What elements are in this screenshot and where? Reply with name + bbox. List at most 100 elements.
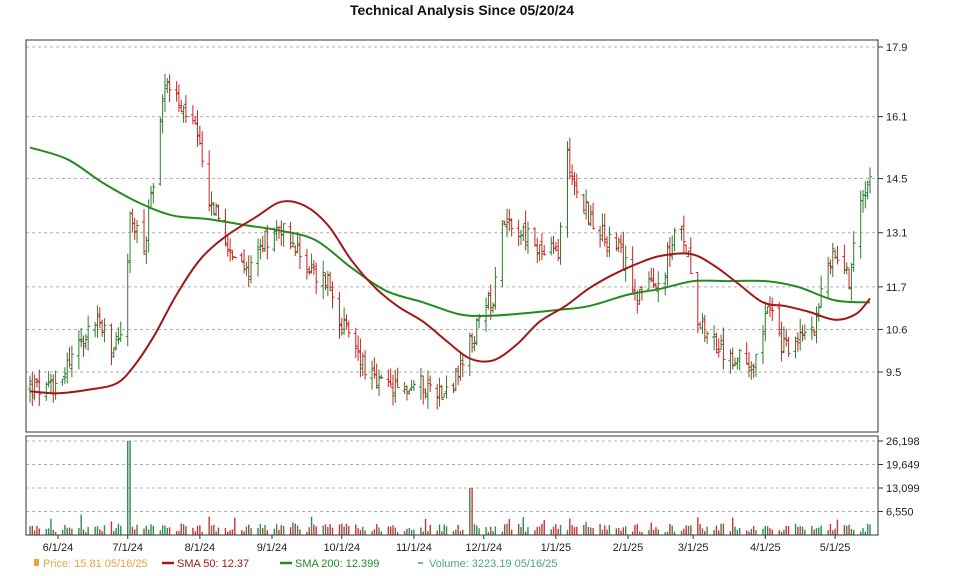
- volume-bar: [129, 441, 131, 535]
- volume-bar: [127, 441, 129, 535]
- volume-bar: [389, 526, 392, 535]
- volume-bar: [241, 530, 243, 535]
- volume-bar: [729, 531, 732, 535]
- volume-axis-ticks: 26,198 19,649 13,099 6,550: [878, 436, 920, 518]
- volume-bar: [583, 524, 585, 535]
- volume-bar: [866, 523, 869, 535]
- volume-bar: [536, 526, 538, 535]
- volume-bar: [38, 528, 41, 535]
- legend-price-marker: [34, 559, 39, 566]
- volume-bar: [794, 523, 797, 535]
- volume-bar: [355, 524, 357, 535]
- volume-bar: [292, 522, 294, 535]
- price-tick-label: 10.6: [886, 324, 907, 336]
- volume-bar: [248, 524, 250, 535]
- volume-bar: [136, 524, 138, 535]
- price-tick-label: 13.1: [886, 228, 907, 240]
- volume-bar: [538, 526, 541, 535]
- volume-bar: [31, 525, 34, 535]
- date-tick-label: 6/1/24: [43, 542, 74, 554]
- volume-bar: [331, 527, 334, 535]
- volume-bar: [762, 528, 764, 535]
- volume-bar: [61, 529, 64, 535]
- volume-bar: [690, 525, 692, 535]
- volume-bar: [550, 529, 552, 535]
- legend: Price: 15.81 05/16/25 SMA 50: 12.37 SMA 20…: [34, 558, 557, 570]
- volume-bar: [445, 526, 448, 535]
- volume-bar: [131, 526, 134, 535]
- volume-bar: [71, 528, 73, 535]
- volume-bar: [115, 528, 117, 535]
- volume-bar: [338, 524, 341, 535]
- volume-tick-label: 6,550: [886, 506, 914, 518]
- volume-bar: [322, 525, 324, 535]
- chart-title: Technical Analysis Since 05/20/24: [350, 2, 574, 18]
- volume-bar: [697, 517, 699, 535]
- volume-bar: [117, 523, 120, 535]
- volume-bar: [636, 523, 639, 535]
- volume-bar: [634, 525, 636, 535]
- volume-bar: [315, 526, 317, 535]
- volume-bar: [80, 514, 82, 535]
- volume-bar: [683, 528, 685, 535]
- legend-sma50-label: SMA 50: 12.37: [177, 558, 249, 570]
- volume-bar: [713, 530, 715, 535]
- volume-bar: [801, 526, 804, 535]
- volume-bar: [96, 526, 99, 535]
- volume-bar: [492, 531, 494, 535]
- volume-bar: [494, 526, 497, 535]
- volume-bar: [615, 528, 618, 535]
- volume-bar: [264, 524, 266, 535]
- volume-bar: [685, 525, 687, 535]
- volume-bar: [282, 526, 285, 535]
- volume-bar: [576, 526, 578, 535]
- volume-bar: [462, 529, 464, 535]
- volume-bar: [655, 527, 657, 535]
- volume-bar: [750, 528, 753, 535]
- volume-bar: [783, 529, 785, 535]
- volume-bar: [771, 529, 773, 535]
- volume-bar: [327, 526, 329, 535]
- volume-bar: [429, 524, 431, 535]
- price-tick-label: 16.1: [886, 112, 907, 124]
- volume-bar: [704, 531, 706, 535]
- volume-bar: [736, 529, 739, 535]
- volume-bar: [362, 526, 364, 535]
- volume-bar: [185, 526, 187, 535]
- volume-bar: [745, 530, 748, 535]
- volume-bar: [161, 525, 164, 535]
- volume-bar: [869, 524, 871, 535]
- price-panel-frame: [25, 39, 879, 433]
- volume-bar: [110, 521, 113, 535]
- volume-bar: [631, 531, 634, 535]
- volume-bar: [566, 529, 569, 535]
- volume-bar: [329, 524, 331, 535]
- volume-bar: [557, 528, 559, 535]
- volume-bar: [310, 516, 313, 535]
- price-ohlc-bars: [28, 73, 872, 410]
- volume-bar: [843, 525, 846, 535]
- volume-bar: [657, 529, 659, 535]
- price-tick-label: 11.7: [886, 282, 907, 294]
- volume-bar: [403, 531, 406, 535]
- volume-bar: [473, 524, 476, 535]
- volume-bar: [720, 523, 722, 535]
- volume-bar: [617, 527, 620, 535]
- legend-price-label: Price: 15.81 05/16/25: [43, 558, 148, 570]
- volume-bar: [457, 524, 459, 535]
- volume-bar: [175, 531, 178, 535]
- volume-bar: [289, 527, 292, 535]
- volume-bar: [250, 528, 252, 535]
- volume-bar: [143, 528, 145, 535]
- volume-bar: [259, 523, 262, 535]
- volume-bar: [699, 524, 701, 535]
- volume-bar: [243, 531, 245, 535]
- volume-bar: [587, 527, 590, 535]
- sma-50-line: [29, 200, 871, 395]
- legend-volume-label: Volume: 3223.19 05/16/25: [429, 558, 557, 570]
- volume-bar: [266, 530, 269, 535]
- volume-bar: [764, 525, 766, 535]
- volume-bar: [818, 527, 820, 535]
- volume-bar: [196, 525, 199, 535]
- date-tick-label: 3/1/25: [678, 542, 709, 554]
